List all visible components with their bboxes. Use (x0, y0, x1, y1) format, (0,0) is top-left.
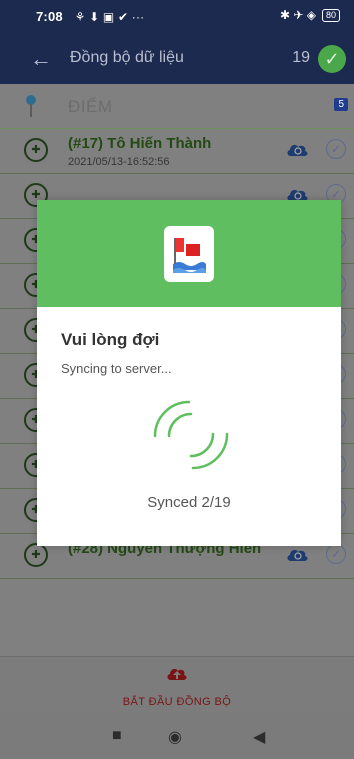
section-header-points: ĐIỂM 5 (0, 84, 354, 129)
home-icon[interactable]: ◉ (168, 727, 182, 747)
clock: 7:08 (36, 9, 63, 24)
cloud-sync-icon (287, 144, 308, 156)
notification-icons: ⚘ ⬇ ▣ ✔ ··· (74, 10, 145, 24)
system-icons: ✱ ✈ ◈ (279, 8, 316, 22)
item-date: 2021/05/13-16:52:56 (68, 156, 170, 168)
start-sync-button[interactable]: BẮT ĐẦU ĐỒNG BỘ (0, 656, 354, 714)
app-logo-icon (164, 226, 214, 282)
dialog-heading: Vui lòng đợi (61, 330, 160, 349)
item-name: (#17) Tô Hiến Thành (68, 135, 212, 152)
dialog-header (37, 200, 341, 307)
back-icon[interactable]: ◀ (253, 727, 265, 747)
map-pin-icon (26, 95, 36, 117)
check-circle-icon[interactable]: ✓ (318, 45, 346, 73)
status-bar: 7:08 ⚘ ⬇ ▣ ✔ ··· ✱ ✈ ◈ 80 (0, 0, 354, 34)
section-label: ĐIỂM (68, 97, 113, 116)
app-bar: ← Đồng bộ dữ liệu 19 ✓ (0, 34, 354, 84)
sync-progress-text: Synced 2/19 (147, 494, 231, 511)
system-nav-bar: ■ ◉ ◀ (0, 713, 354, 759)
cloud-upload-icon (167, 668, 187, 680)
cloud-sync-icon (287, 549, 308, 561)
back-arrow-icon[interactable]: ← (30, 46, 52, 72)
dialog-message: Syncing to server... (61, 361, 172, 376)
recents-icon[interactable]: ■ (112, 727, 122, 745)
item-count: 19 (292, 49, 310, 66)
start-sync-label: BẮT ĐẦU ĐỒNG BỘ (122, 696, 232, 708)
point-type-icon: ✚ (24, 543, 48, 567)
sync-progress-dialog: Vui lòng đợi Syncing to server... Synced… (37, 200, 341, 546)
list-item[interactable]: ✚ (#17) Tô Hiến Thành 2021/05/13-16:52:56 ✓ (0, 129, 354, 174)
sync-spinner-icon (153, 400, 229, 470)
point-type-icon: ✚ (24, 138, 48, 162)
item-checkbox[interactable]: ✓ (326, 544, 346, 564)
section-count-badge: 5 (334, 98, 348, 111)
battery-icon: 80 (321, 8, 340, 22)
item-checkbox[interactable]: ✓ (326, 139, 346, 159)
page-title: Đồng bộ dữ liệu (70, 49, 184, 66)
